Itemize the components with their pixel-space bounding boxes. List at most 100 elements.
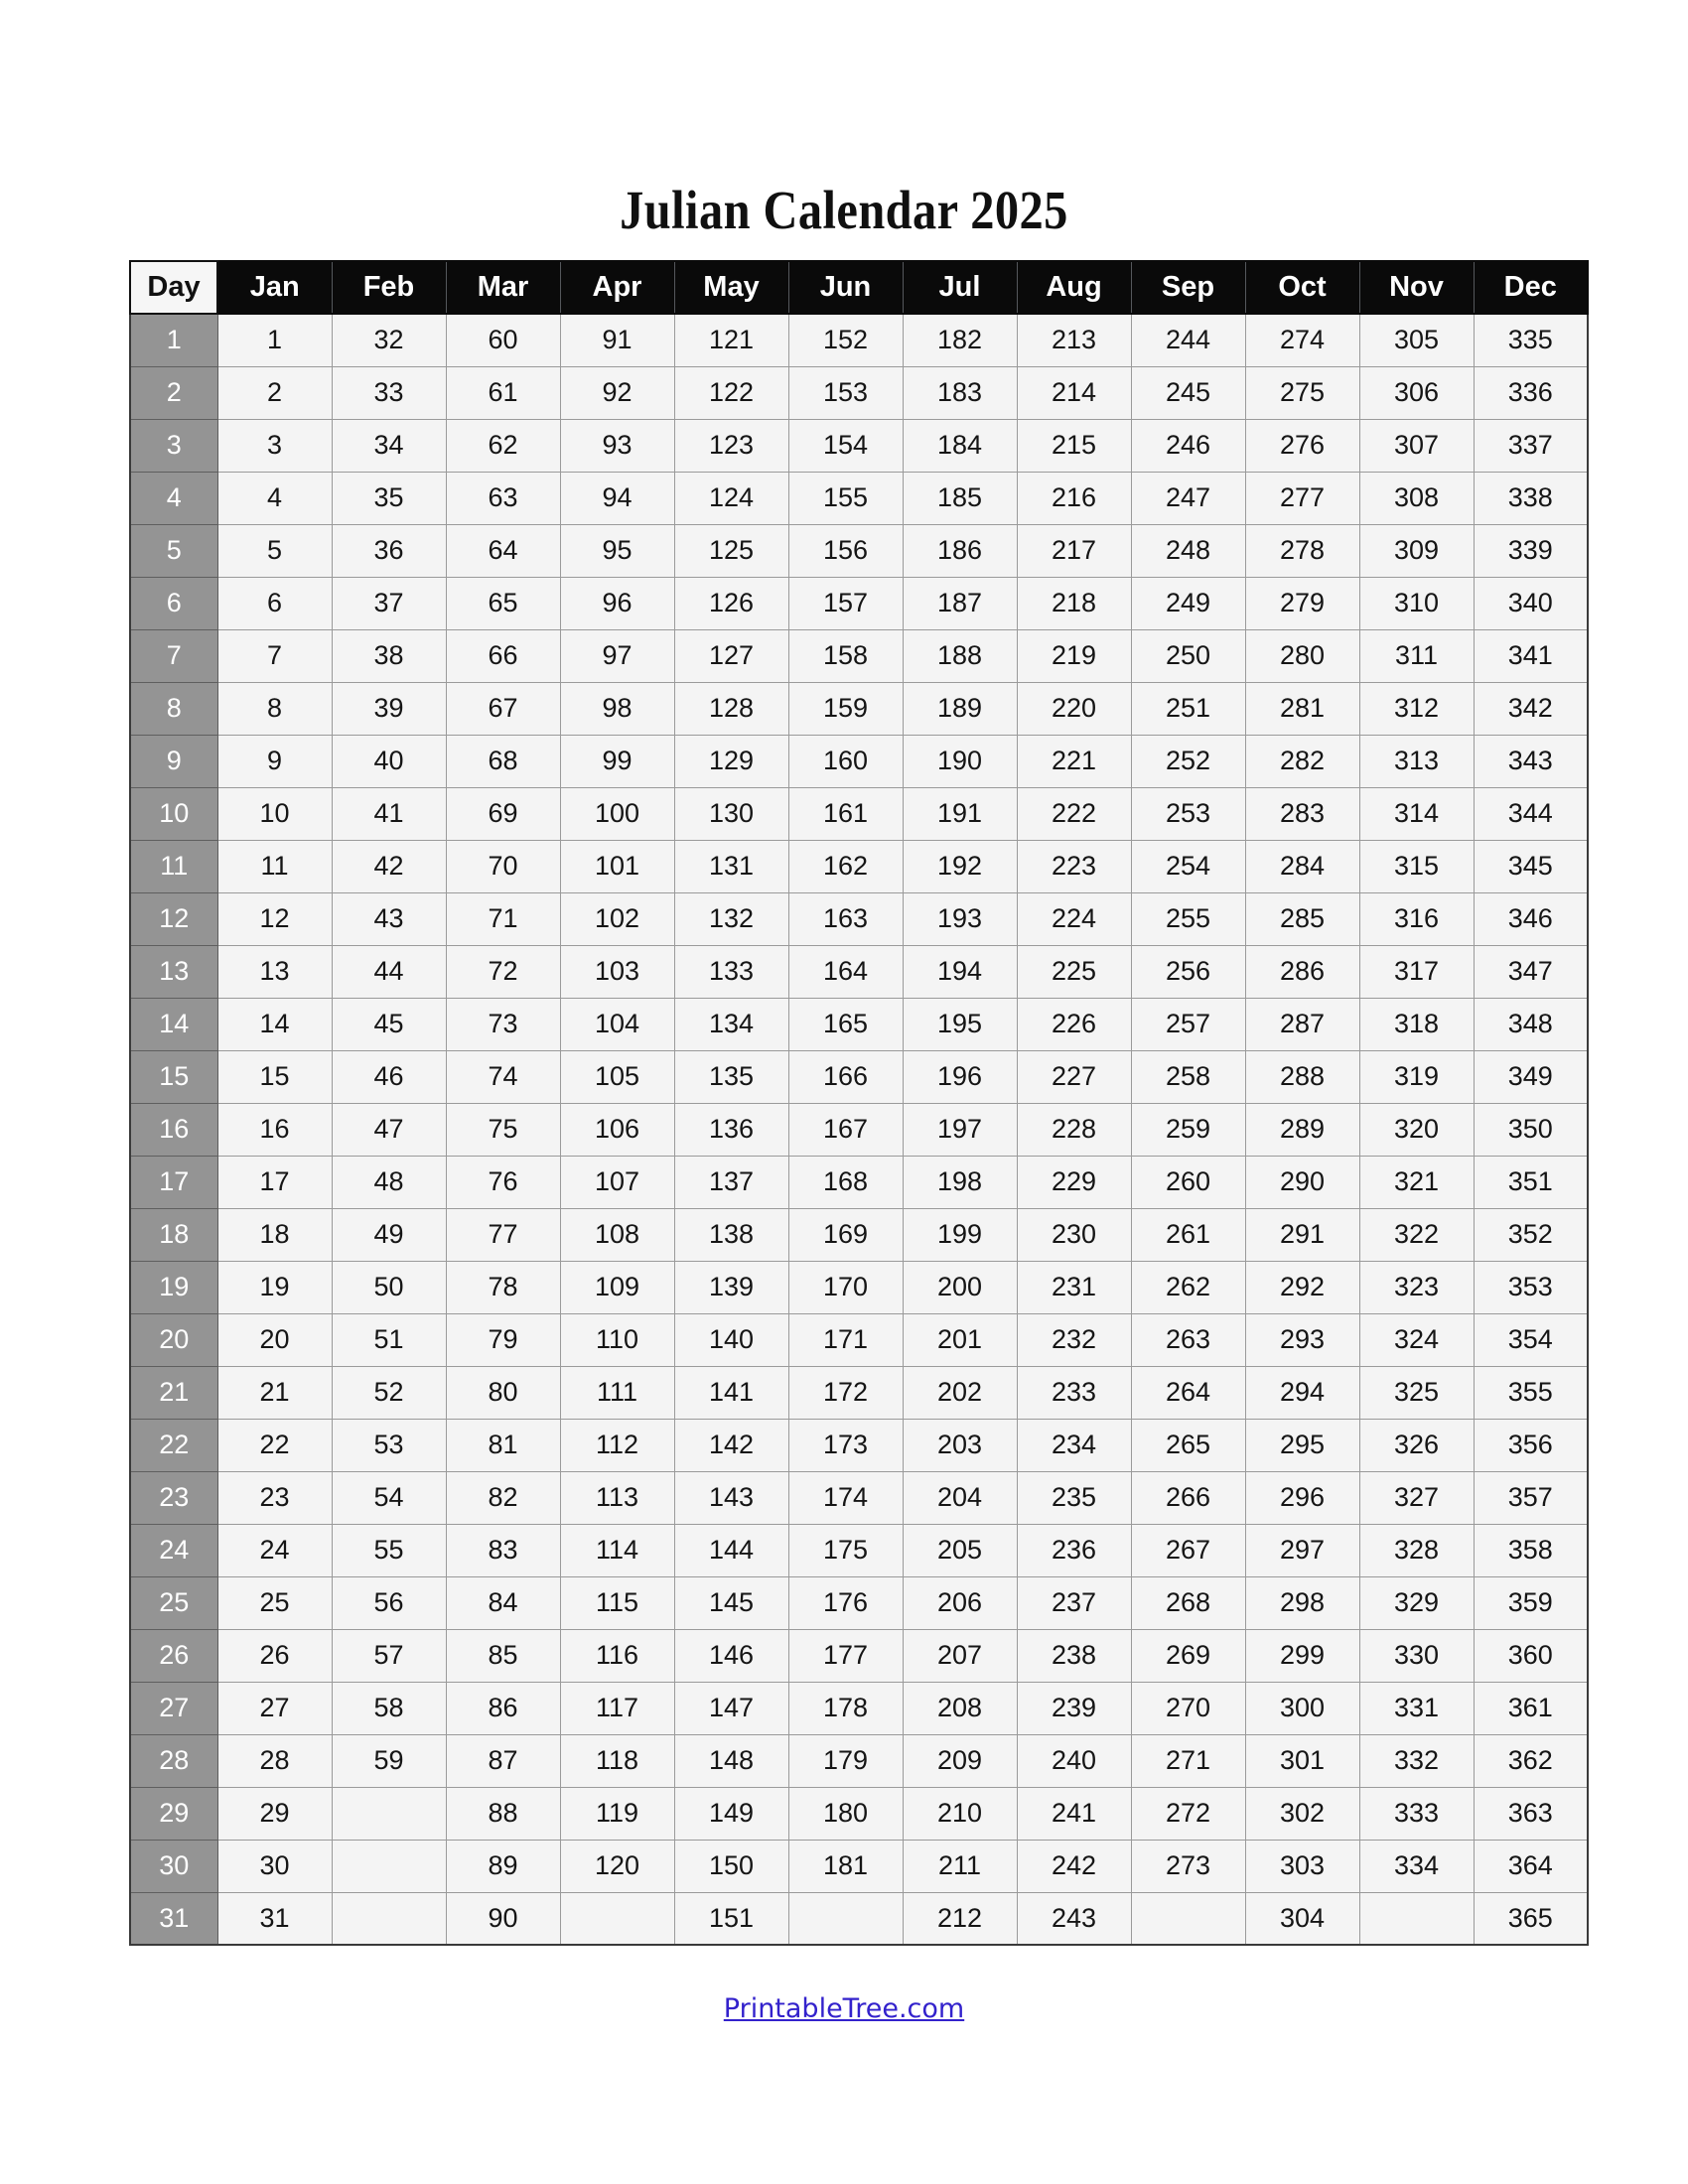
julian-day-cell: 364 bbox=[1473, 1839, 1589, 1893]
julian-day-cell: 67 bbox=[445, 681, 561, 736]
julian-day-cell: 17 bbox=[216, 1155, 333, 1209]
julian-day-cell: 84 bbox=[445, 1575, 561, 1630]
julian-day-cell: 200 bbox=[902, 1260, 1018, 1314]
julian-day-cell: 70 bbox=[445, 839, 561, 893]
julian-day-cell: 300 bbox=[1244, 1681, 1360, 1735]
julian-day-cell: 180 bbox=[787, 1786, 904, 1841]
julian-day-cell: 61 bbox=[445, 365, 561, 420]
table-row: 16 16 47 75 106 136 167 197 228 259 289 320 350 bbox=[129, 1102, 1589, 1157]
julian-day-cell: 183 bbox=[902, 365, 1018, 420]
julian-day-cell: 33 bbox=[331, 365, 447, 420]
julian-day-cell: 206 bbox=[902, 1575, 1018, 1630]
julian-day-cell: 129 bbox=[673, 734, 789, 788]
julian-day-cell: 82 bbox=[445, 1470, 561, 1525]
julian-day-cell: 283 bbox=[1244, 786, 1360, 841]
julian-day-cell: 29 bbox=[216, 1786, 333, 1841]
julian-day-cell: 121 bbox=[673, 313, 789, 367]
julian-day-cell: 177 bbox=[787, 1628, 904, 1683]
julian-day-cell: 348 bbox=[1473, 997, 1589, 1051]
julian-day-cell: 219 bbox=[1016, 628, 1132, 683]
julian-day-cell: 203 bbox=[902, 1418, 1018, 1472]
julian-day-cell: 164 bbox=[787, 944, 904, 999]
table-row: 15 15 46 74 105 135 166 196 227 258 288 319 349 bbox=[129, 1049, 1589, 1104]
julian-day-cell: 312 bbox=[1358, 681, 1475, 736]
julian-day-cell: 95 bbox=[559, 523, 675, 578]
julian-day-cell: 237 bbox=[1016, 1575, 1132, 1630]
julian-day-cell: 244 bbox=[1130, 313, 1246, 367]
julian-day-cell: 153 bbox=[787, 365, 904, 420]
julian-day-cell: 147 bbox=[673, 1681, 789, 1735]
julian-day-cell: 97 bbox=[559, 628, 675, 683]
julian-day-cell: 246 bbox=[1130, 418, 1246, 473]
julian-day-cell: 281 bbox=[1244, 681, 1360, 736]
table-header: Day Jan Feb Mar Apr May Jun Jul Aug Sep Oct Nov Dec bbox=[129, 260, 1589, 315]
day-number-cell: 2 bbox=[129, 365, 218, 420]
julian-day-cell: 201 bbox=[902, 1312, 1018, 1367]
julian-day-cell: 214 bbox=[1016, 365, 1132, 420]
page-title: Julian Calendar 2025 bbox=[620, 179, 1068, 240]
julian-day-cell: 14 bbox=[216, 997, 333, 1051]
column-header-jun: Jun bbox=[787, 260, 904, 315]
julian-day-cell: 59 bbox=[331, 1733, 447, 1788]
julian-day-cell: 346 bbox=[1473, 891, 1589, 946]
julian-day-cell: 106 bbox=[559, 1102, 675, 1157]
julian-day-cell: 124 bbox=[673, 471, 789, 525]
julian-day-cell: 37 bbox=[331, 576, 447, 630]
julian-day-cell: 345 bbox=[1473, 839, 1589, 893]
julian-day-cell: 170 bbox=[787, 1260, 904, 1314]
julian-day-cell: 131 bbox=[673, 839, 789, 893]
table-row: 3 3 34 62 93 123 154 184 215 246 276 307 337 bbox=[129, 418, 1589, 473]
julian-day-cell: 71 bbox=[445, 891, 561, 946]
julian-day-cell: 165 bbox=[787, 997, 904, 1051]
julian-day-cell: 102 bbox=[559, 891, 675, 946]
day-number-cell: 21 bbox=[129, 1365, 218, 1420]
julian-day-cell: 119 bbox=[559, 1786, 675, 1841]
julian-day-cell: 152 bbox=[787, 313, 904, 367]
julian-day-cell: 174 bbox=[787, 1470, 904, 1525]
julian-day-cell: 278 bbox=[1244, 523, 1360, 578]
julian-day-cell: 257 bbox=[1130, 997, 1246, 1051]
julian-day-cell: 114 bbox=[559, 1523, 675, 1577]
julian-day-cell: 9 bbox=[216, 734, 333, 788]
julian-day-cell: 241 bbox=[1016, 1786, 1132, 1841]
julian-day-cell: 294 bbox=[1244, 1365, 1360, 1420]
column-header-may: May bbox=[673, 260, 789, 315]
julian-day-cell: 133 bbox=[673, 944, 789, 999]
julian-day-cell: 314 bbox=[1358, 786, 1475, 841]
julian-day-cell: 280 bbox=[1244, 628, 1360, 683]
julian-day-cell: 247 bbox=[1130, 471, 1246, 525]
julian-day-cell: 176 bbox=[787, 1575, 904, 1630]
julian-day-cell: 204 bbox=[902, 1470, 1018, 1525]
julian-day-cell: 60 bbox=[445, 313, 561, 367]
julian-day-cell: 253 bbox=[1130, 786, 1246, 841]
julian-day-cell: 181 bbox=[787, 1839, 904, 1893]
julian-day-cell: 155 bbox=[787, 471, 904, 525]
julian-day-cell: 179 bbox=[787, 1733, 904, 1788]
julian-day-cell: 259 bbox=[1130, 1102, 1246, 1157]
julian-day-cell: 230 bbox=[1016, 1207, 1132, 1262]
footer: PrintableTree.com bbox=[0, 1993, 1688, 2024]
day-number-cell: 25 bbox=[129, 1575, 218, 1630]
table-row: 20 20 51 79 110 140 171 201 232 263 293 324 354 bbox=[129, 1312, 1589, 1367]
day-number-cell: 20 bbox=[129, 1312, 218, 1367]
day-number-cell: 28 bbox=[129, 1733, 218, 1788]
julian-day-cell: 40 bbox=[331, 734, 447, 788]
day-number-cell: 7 bbox=[129, 628, 218, 683]
table-row: 12 12 43 71 102 132 163 193 224 255 285 316 346 bbox=[129, 891, 1589, 946]
julian-day-cell: 58 bbox=[331, 1681, 447, 1735]
julian-day-cell: 254 bbox=[1130, 839, 1246, 893]
julian-day-cell: 157 bbox=[787, 576, 904, 630]
julian-day-cell: 19 bbox=[216, 1260, 333, 1314]
julian-day-cell: 233 bbox=[1016, 1365, 1132, 1420]
julian-day-cell: 282 bbox=[1244, 734, 1360, 788]
julian-day-cell: 333 bbox=[1358, 1786, 1475, 1841]
julian-day-cell: 218 bbox=[1016, 576, 1132, 630]
julian-day-cell: 110 bbox=[559, 1312, 675, 1367]
julian-day-cell: 43 bbox=[331, 891, 447, 946]
julian-day-cell: 292 bbox=[1244, 1260, 1360, 1314]
table-row: 5 5 36 64 95 125 156 186 217 248 278 309 339 bbox=[129, 523, 1589, 578]
julian-day-cell: 250 bbox=[1130, 628, 1246, 683]
printabletree-link[interactable]: PrintableTree.com bbox=[724, 1993, 964, 2024]
julian-day-cell: 262 bbox=[1130, 1260, 1246, 1314]
julian-day-cell: 355 bbox=[1473, 1365, 1589, 1420]
